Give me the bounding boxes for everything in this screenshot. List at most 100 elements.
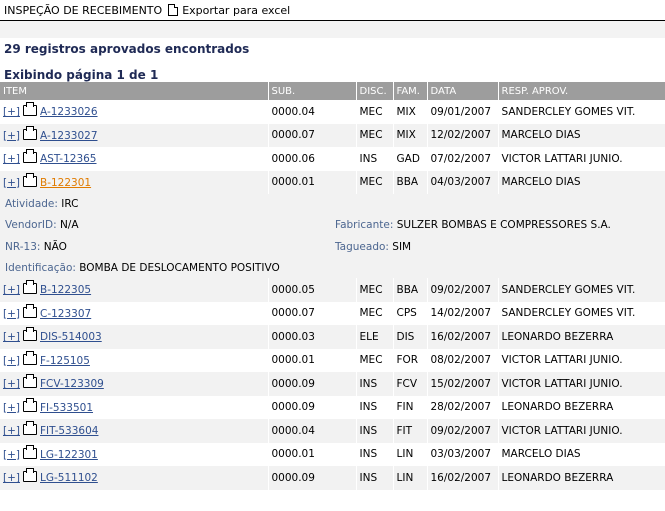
col-header-data[interactable]: DATA — [427, 82, 499, 100]
export-excel-link[interactable]: Exportar para excel — [182, 4, 290, 17]
expand-link[interactable]: [+] — [3, 153, 20, 165]
printer-icon[interactable] — [23, 280, 37, 295]
records-found-text: 29 registros aprovados encontrados — [4, 42, 250, 56]
date-cell: 14/02/2007 — [427, 301, 499, 325]
item-cell: [+] A-1233026 — [0, 100, 269, 124]
printer-icon[interactable] — [23, 172, 37, 187]
date-cell: 03/03/2007 — [427, 442, 499, 466]
col-header-disc[interactable]: DISC. — [356, 82, 394, 100]
sub-cell: 0000.05 — [268, 278, 357, 302]
item-link[interactable]: FCV-123309 — [40, 378, 104, 390]
printer-icon[interactable] — [23, 125, 37, 140]
fam-cell: MIX — [393, 100, 428, 124]
resp-cell: SANDERCLEY GOMES VIT. — [498, 278, 665, 302]
col-header-fam[interactable]: FAM. — [393, 82, 428, 100]
item-link[interactable]: LG-511102 — [40, 472, 98, 484]
fam-cell: BBA — [393, 278, 428, 302]
fam-cell: MIX — [393, 123, 428, 147]
expand-link[interactable]: [+] — [3, 177, 20, 189]
expand-link[interactable]: [+] — [3, 331, 20, 343]
disc-cell: ELE — [356, 325, 394, 349]
expand-link[interactable]: [+] — [3, 425, 20, 437]
item-link[interactable]: F-125105 — [40, 355, 90, 367]
expand-link[interactable]: [+] — [3, 449, 20, 461]
date-cell: 09/02/2007 — [427, 419, 499, 443]
table-row: [+] LG-122301 0000.01 INS LIN 03/03/2007 … — [0, 442, 665, 466]
printer-icon[interactable] — [23, 421, 37, 436]
table-row: [+] B-122305 0000.05 MEC BBA 09/02/2007 S… — [0, 278, 665, 302]
table-row: [+] B-122301 0000.01 MEC BBA 04/03/2007 M… — [0, 170, 665, 194]
disc-cell: INS — [356, 395, 394, 419]
resp-cell: LEONARDO BEZERRA — [498, 395, 665, 419]
date-cell: 09/02/2007 — [427, 278, 499, 302]
expand-link[interactable]: [+] — [3, 308, 20, 320]
page-title: INSPEÇÃO DE RECEBIMENTO — [4, 3, 163, 17]
expand-link[interactable]: [+] — [3, 402, 20, 414]
item-link[interactable]: C-123307 — [40, 308, 91, 320]
expand-link[interactable]: [+] — [3, 106, 20, 118]
expand-link[interactable]: [+] — [3, 284, 20, 296]
item-link[interactable]: A-1233027 — [40, 130, 98, 142]
resp-cell: VICTOR LATTARI JUNIO. — [498, 419, 665, 443]
item-cell: [+] F-125105 — [0, 348, 269, 372]
table-row: [+] F-125105 0000.01 MEC FOR 08/02/2007 V… — [0, 348, 665, 372]
table-row: [+] DIS-514003 0000.03 ELE DIS 16/02/2007… — [0, 325, 665, 349]
item-link[interactable]: FIT-533604 — [40, 425, 98, 437]
item-link[interactable]: AST-12365 — [40, 153, 97, 165]
sub-cell: 0000.09 — [268, 395, 357, 419]
item-cell: [+] AST-12365 — [0, 147, 269, 171]
fam-cell: LIN — [393, 442, 428, 466]
item-cell: [+] A-1233027 — [0, 123, 269, 147]
col-header-resp[interactable]: RESP. APROV. — [498, 82, 665, 100]
item-cell: [+] B-122301 — [0, 170, 269, 194]
detail-panel: Atividade: IRC VendorID: N/A Fabricante:… — [0, 194, 665, 278]
date-cell: 28/02/2007 — [427, 395, 499, 419]
printer-icon[interactable] — [23, 327, 37, 342]
resp-cell: LEONARDO BEZERRA — [498, 325, 665, 349]
resp-cell: SANDERCLEY GOMES VIT. — [498, 100, 665, 124]
date-cell: 16/02/2007 — [427, 466, 499, 490]
printer-icon[interactable] — [23, 374, 37, 389]
disc-cell: MEC — [356, 301, 394, 325]
printer-icon[interactable] — [23, 102, 37, 117]
document-icon[interactable] — [168, 4, 179, 16]
col-header-sub[interactable]: SUB. — [268, 82, 357, 100]
col-header-item[interactable]: ITEM — [0, 82, 269, 100]
fam-cell: DIS — [393, 325, 428, 349]
expand-link[interactable]: [+] — [3, 130, 20, 142]
fam-cell: FIT — [393, 419, 428, 443]
item-link[interactable]: FI-533501 — [40, 402, 93, 414]
item-link[interactable]: DIS-514003 — [40, 331, 102, 343]
item-link[interactable]: A-1233026 — [40, 106, 98, 118]
item-link[interactable]: LG-122301 — [40, 449, 98, 461]
date-cell: 15/02/2007 — [427, 372, 499, 396]
printer-icon[interactable] — [23, 149, 37, 164]
top-bar: INSPEÇÃO DE RECEBIMENTO Exportar para ex… — [0, 0, 665, 21]
date-cell: 04/03/2007 — [427, 170, 499, 194]
printer-icon[interactable] — [23, 397, 37, 412]
printer-icon[interactable] — [23, 303, 37, 318]
expand-link[interactable]: [+] — [3, 472, 20, 484]
tagueado-field: Tagueado: SIM — [335, 241, 412, 253]
sub-cell: 0000.07 — [268, 301, 357, 325]
item-cell: [+] FI-533501 — [0, 395, 269, 419]
atividade-field: Atividade: IRC — [5, 198, 79, 210]
table-row: [+] FCV-123309 0000.09 INS FCV 15/02/2007… — [0, 372, 665, 396]
item-link[interactable]: B-122301 — [40, 177, 91, 189]
table-row: [+] C-123307 0000.07 MEC CPS 14/02/2007 S… — [0, 301, 665, 325]
disc-cell: INS — [356, 419, 394, 443]
disc-cell: MEC — [356, 100, 394, 124]
fam-cell: BBA — [393, 170, 428, 194]
printer-icon[interactable] — [23, 444, 37, 459]
item-link[interactable]: B-122305 — [40, 284, 91, 296]
expand-link[interactable]: [+] — [3, 378, 20, 390]
sub-cell: 0000.06 — [268, 147, 357, 171]
printer-icon[interactable] — [23, 468, 37, 483]
resp-cell: VICTOR LATTARI JUNIO. — [498, 348, 665, 372]
expand-link[interactable]: [+] — [3, 355, 20, 367]
sub-cell: 0000.04 — [268, 100, 357, 124]
resp-cell: SANDERCLEY GOMES VIT. — [498, 301, 665, 325]
table-row: [+] LG-511102 0000.09 INS LIN 16/02/2007 … — [0, 466, 665, 490]
printer-icon[interactable] — [23, 350, 37, 365]
resp-cell: MARCELO DIAS — [498, 170, 665, 194]
